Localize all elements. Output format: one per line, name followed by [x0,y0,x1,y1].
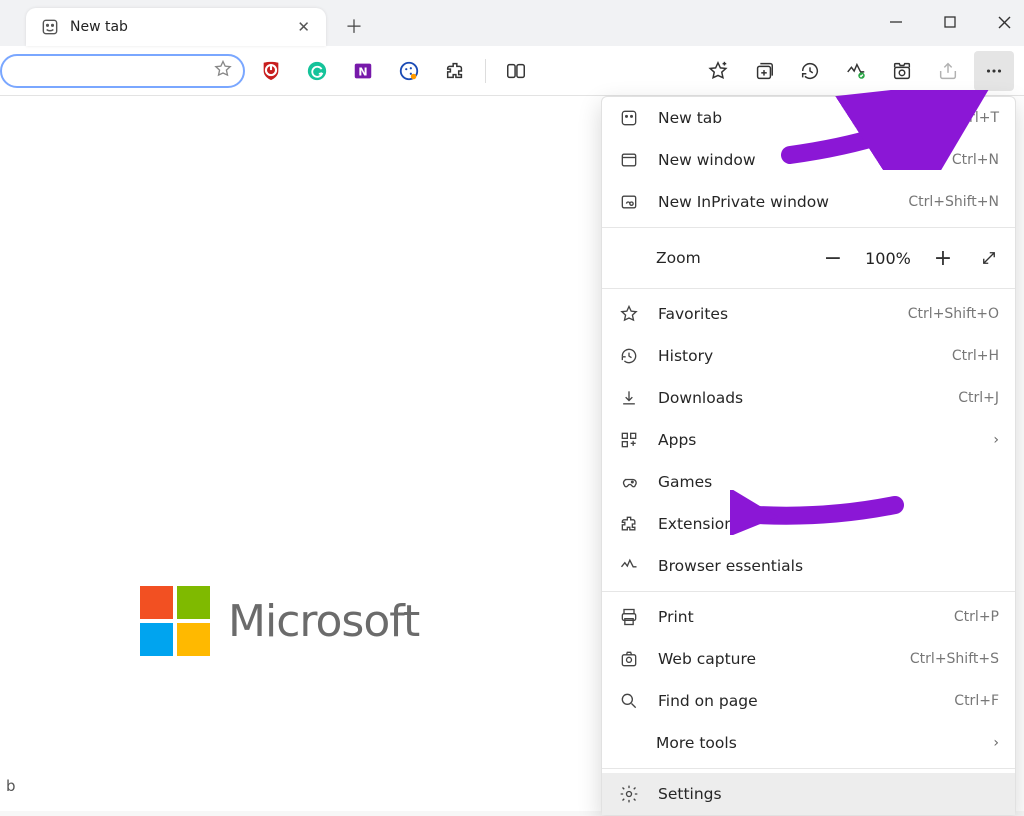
menu-label: Web capture [658,650,892,668]
gear-icon [618,784,640,804]
menu-print[interactable]: Print Ctrl+P [602,596,1015,638]
puzzle-icon [618,514,640,534]
menu-games[interactable]: Games [602,461,1015,503]
download-icon [618,388,640,408]
microsoft-logo-icon [140,586,210,656]
menu-label: New tab [658,109,936,127]
zoom-in-button[interactable]: + [925,240,961,276]
extensions-toolbar-icon[interactable] [435,51,475,91]
window-icon [618,150,640,170]
menu-inprivate[interactable]: New InPrivate window Ctrl+Shift+N [602,181,1015,223]
split-screen-icon[interactable] [496,51,536,91]
menu-browser-essentials[interactable]: Browser essentials [602,545,1015,587]
new-tab-icon [618,108,640,128]
menu-divider [602,591,1015,592]
zoom-value: 100% [861,249,915,268]
menu-label: New InPrivate window [658,193,890,211]
menu-apps[interactable]: Apps › [602,419,1015,461]
tab-newtab[interactable]: New tab ✕ [26,8,326,46]
search-icon [618,691,640,711]
camera-icon [618,649,640,669]
zoom-out-button[interactable]: − [815,240,851,276]
menu-accel: Ctrl+J [958,390,999,406]
menu-accel: Ctrl+Shift+O [908,306,999,322]
tab-title: New tab [70,19,281,35]
corner-text: b [6,777,16,795]
star-icon [618,304,640,324]
menu-accel: Ctrl+H [952,348,999,364]
menu-label: Settings [658,785,999,803]
menu-divider [602,227,1015,228]
more-button[interactable] [974,51,1014,91]
svg-text:N: N [358,65,367,78]
menu-label: Games [658,473,999,491]
favorites-icon[interactable] [698,51,738,91]
grammarly-ext-icon[interactable] [297,51,337,91]
address-bar[interactable] [0,54,245,88]
menu-extensions[interactable]: Extensions [602,503,1015,545]
menu-label: More tools [656,734,975,752]
titlebar: New tab ✕ ＋ [0,0,1024,46]
settings-menu: New tab Ctrl+T New window Ctrl+N New InP… [601,96,1016,816]
menu-downloads[interactable]: Downloads Ctrl+J [602,377,1015,419]
history-icon [618,346,640,366]
menu-web-capture[interactable]: Web capture Ctrl+Shift+S [602,638,1015,680]
menu-accel: Ctrl+F [954,693,999,709]
menu-label: Downloads [658,389,940,407]
menu-divider [602,288,1015,289]
share-icon[interactable] [928,51,968,91]
chevron-right-icon: › [993,735,999,751]
apps-icon [618,430,640,450]
favorite-star-icon[interactable] [213,59,233,83]
globe-icon [40,17,60,37]
menu-label: Apps [658,431,975,449]
print-icon [618,607,640,627]
microsoft-logo: Microsoft [140,586,419,656]
chevron-right-icon: › [993,432,999,448]
menu-label: Favorites [658,305,890,323]
web-capture-icon[interactable] [882,51,922,91]
menu-label: Browser essentials [658,557,999,575]
menu-label: History [658,347,934,365]
menu-divider [602,768,1015,769]
menu-more-tools[interactable]: More tools › [602,722,1015,764]
menu-settings[interactable]: Settings [602,773,1015,815]
minimize-button[interactable] [882,8,910,36]
onenote-ext-icon[interactable]: N [343,51,383,91]
menu-accel: Ctrl+Shift+N [908,194,999,210]
inprivate-icon [618,192,640,212]
menu-label: Extensions [658,515,999,533]
tab-close-icon[interactable]: ✕ [291,16,316,38]
history-icon[interactable] [790,51,830,91]
menu-find[interactable]: Find on page Ctrl+F [602,680,1015,722]
menu-label: Find on page [658,692,936,710]
menu-label: Print [658,608,936,626]
menu-favorites[interactable]: Favorites Ctrl+Shift+O [602,293,1015,335]
close-button[interactable] [990,8,1018,36]
menu-label: New window [658,151,934,169]
collections-icon[interactable] [744,51,784,91]
menu-accel: Ctrl+N [952,152,999,168]
menu-history[interactable]: History Ctrl+H [602,335,1015,377]
menu-new-tab[interactable]: New tab Ctrl+T [602,97,1015,139]
games-icon [618,472,640,492]
cookie-ext-icon[interactable] [389,51,429,91]
menu-accel: Ctrl+T [954,110,999,126]
separator [485,59,486,83]
toolbar: N [0,46,1024,96]
maximize-button[interactable] [936,8,964,36]
fullscreen-icon[interactable] [971,240,1007,276]
menu-accel: Ctrl+P [954,609,999,625]
heart-pulse-icon [618,556,640,576]
menu-zoom: Zoom − 100% + [602,232,1015,284]
brand-text: Microsoft [228,596,419,647]
zoom-label: Zoom [656,249,805,267]
menu-accel: Ctrl+Shift+S [910,651,999,667]
window-controls [882,8,1018,36]
new-tab-button-icon[interactable]: ＋ [338,10,370,42]
ublock-ext-icon[interactable] [251,51,291,91]
menu-new-window[interactable]: New window Ctrl+N [602,139,1015,181]
performance-icon[interactable] [836,51,876,91]
